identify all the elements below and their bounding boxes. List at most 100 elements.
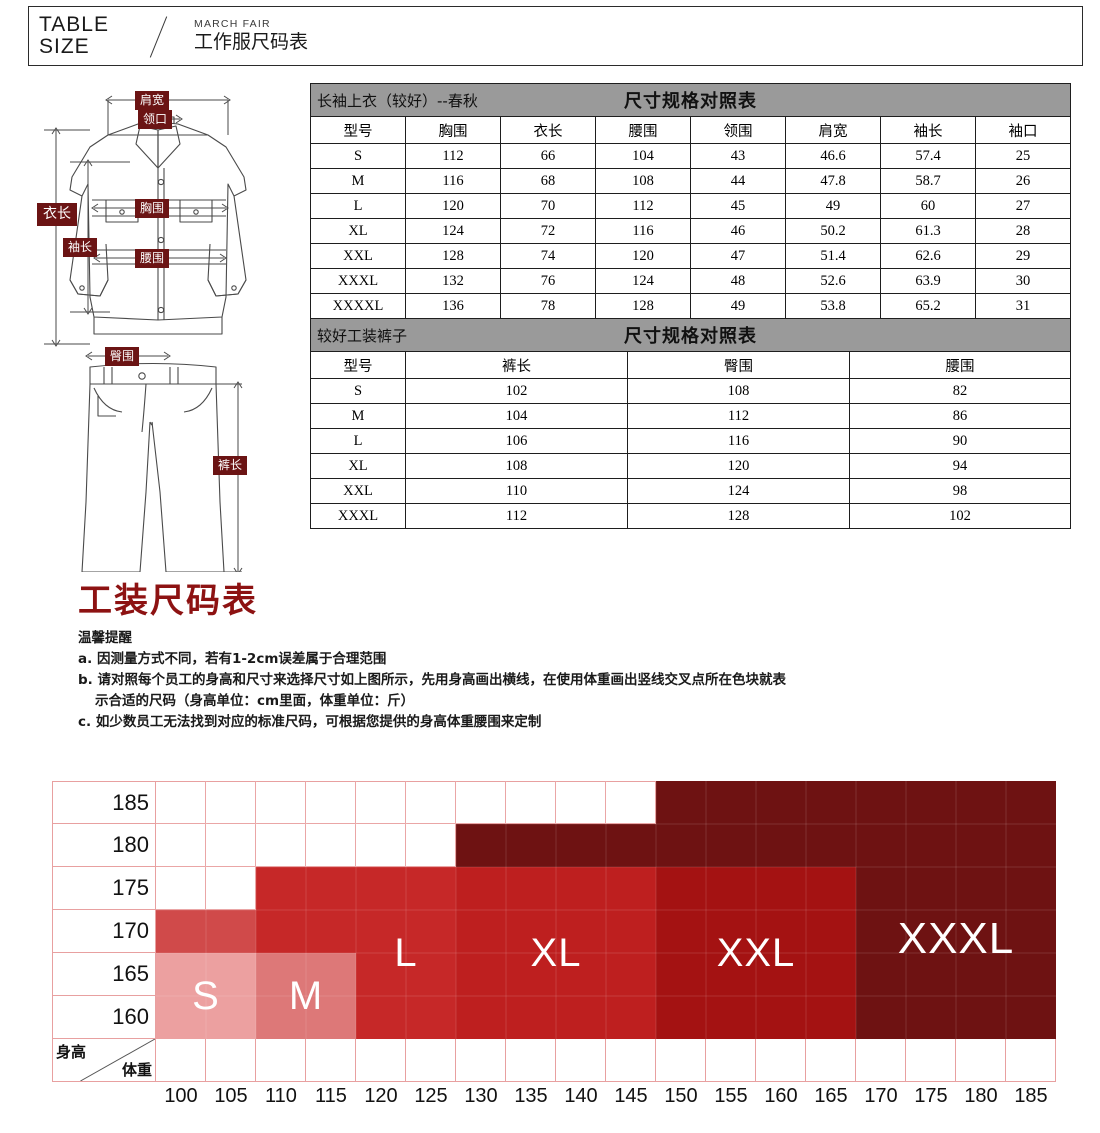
heatmap-grid: 185 180 175 170 165 160 身高 体重 S M L XL X… xyxy=(52,781,1056,1082)
heatmap-cell xyxy=(406,781,456,824)
heatmap-cell xyxy=(406,910,456,953)
cell: 108 xyxy=(405,453,628,479)
heatmap-cell xyxy=(306,996,356,1039)
heatmap-cell xyxy=(606,867,656,910)
col-header: 腰围 xyxy=(848,351,1072,379)
table-row: L 106 116 90 xyxy=(310,428,1072,454)
x-tick-label: 185 xyxy=(1014,1085,1048,1107)
cell: 102 xyxy=(405,378,628,404)
cell: 30 xyxy=(974,268,1072,294)
heatmap-row: 170 xyxy=(52,910,1056,953)
table-row: XXL 128 74 120 47 51.4 62.6 29 xyxy=(310,243,1072,269)
heatmap-cell xyxy=(1006,996,1056,1039)
heatmap-cell xyxy=(206,910,256,953)
jacket-band: 长袖上衣（较好）--春秋 尺寸规格对照表 xyxy=(309,83,1072,117)
heatmap-cell xyxy=(556,953,606,996)
cell: XL xyxy=(310,218,406,244)
heatmap-cell xyxy=(956,910,1006,953)
cell: 46 xyxy=(690,218,786,244)
header-line2: SIZE xyxy=(39,35,90,58)
garment-illustrations: 肩宽 领口 胸围 衣长 袖长 腰围 臀围 裤长 xyxy=(30,72,305,575)
heatmap-cell xyxy=(956,781,1006,824)
cell: 49 xyxy=(690,293,786,319)
axis-corner-cell: 身高 体重 xyxy=(52,1039,156,1082)
label-waist: 腰围 xyxy=(135,249,170,268)
heatmap-cell xyxy=(856,953,906,996)
heatmap-cell xyxy=(706,781,756,824)
heatmap-cell xyxy=(206,1039,256,1082)
table-row: M 104 112 86 xyxy=(310,403,1072,429)
heatmap-cell xyxy=(956,996,1006,1039)
cell: 116 xyxy=(595,218,691,244)
cell: 112 xyxy=(405,143,501,169)
cell: M xyxy=(310,403,406,429)
table-row: XL 124 72 116 46 50.2 61.3 28 xyxy=(310,218,1072,244)
cell: 82 xyxy=(848,378,1072,404)
notes-heading: 温馨提醒 xyxy=(78,630,132,647)
heatmap-cell xyxy=(806,953,856,996)
table-header-row: 型号 胸围 衣长 腰围 领围 肩宽 袖长 袖口 xyxy=(310,116,1072,144)
heatmap-cell xyxy=(806,867,856,910)
heatmap-cell xyxy=(806,824,856,867)
heatmap-cell xyxy=(956,953,1006,996)
cell: 128 xyxy=(595,293,691,319)
cell: 27 xyxy=(974,193,1072,219)
heatmap-cell xyxy=(806,1039,856,1082)
col-header: 型号 xyxy=(310,351,406,379)
heatmap-cell xyxy=(906,781,956,824)
heatmap-cell xyxy=(656,1039,706,1082)
heatmap-cell xyxy=(906,996,956,1039)
cell: XXXL xyxy=(310,503,406,529)
label-pants-length: 裤长 xyxy=(213,456,248,475)
table-row: XL 108 120 94 xyxy=(310,453,1072,479)
page-title: 工装尺码表 xyxy=(78,581,258,621)
cell: 45 xyxy=(690,193,786,219)
heatmap-cell xyxy=(156,1039,206,1082)
label-garment-length: 衣长 xyxy=(37,203,77,226)
heatmap-cell xyxy=(356,1039,406,1082)
cell: XXL xyxy=(310,243,406,269)
col-header: 袖口 xyxy=(974,116,1072,144)
heatmap-cell xyxy=(306,824,356,867)
cell: XXL xyxy=(310,478,406,504)
cell: 76 xyxy=(500,268,596,294)
cell: 50.2 xyxy=(785,218,881,244)
heatmap-cell xyxy=(256,910,306,953)
heatmap-cell xyxy=(856,781,906,824)
cell: 86 xyxy=(848,403,1072,429)
cell: 94 xyxy=(848,453,1072,479)
pants-band: 较好工装裤子 尺寸规格对照表 xyxy=(309,318,1072,352)
cell: 70 xyxy=(500,193,596,219)
cell: 62.6 xyxy=(880,243,976,269)
cell: 58.7 xyxy=(880,168,976,194)
cell: L xyxy=(310,428,406,454)
cell: L xyxy=(310,193,406,219)
heatmap-cell xyxy=(256,781,306,824)
x-tick-label: 165 xyxy=(814,1085,848,1107)
table-row: S 112 66 104 43 46.6 57.4 25 xyxy=(310,143,1072,169)
cell: 112 xyxy=(595,193,691,219)
heatmap-cell xyxy=(206,781,256,824)
cell: 102 xyxy=(848,503,1072,529)
heatmap-row: 180 xyxy=(52,824,1056,867)
heatmap-cell xyxy=(506,824,556,867)
cell: 66 xyxy=(500,143,596,169)
x-tick-label: 155 xyxy=(714,1085,748,1107)
cell: 68 xyxy=(500,168,596,194)
notes-section: 工装尺码表 温馨提醒 a. 因测量方式不同，若有1-2cm误差属于合理范围 b.… xyxy=(78,581,978,733)
cell: 65.2 xyxy=(880,293,976,319)
heatmap-cell xyxy=(406,953,456,996)
heatmap-cell xyxy=(256,1039,306,1082)
x-tick-label: 105 xyxy=(214,1085,248,1107)
heatmap-cell xyxy=(606,996,656,1039)
cell: 28 xyxy=(974,218,1072,244)
table-row: M 116 68 108 44 47.8 58.7 26 xyxy=(310,168,1072,194)
heatmap-cell xyxy=(556,824,606,867)
heatmap-cell xyxy=(606,1039,656,1082)
heatmap-cell xyxy=(256,824,306,867)
heatmap-cell xyxy=(156,867,206,910)
heatmap-cell xyxy=(206,996,256,1039)
heatmap-cell xyxy=(656,824,706,867)
x-tick-label: 145 xyxy=(614,1085,648,1107)
heatmap-cell xyxy=(356,910,406,953)
